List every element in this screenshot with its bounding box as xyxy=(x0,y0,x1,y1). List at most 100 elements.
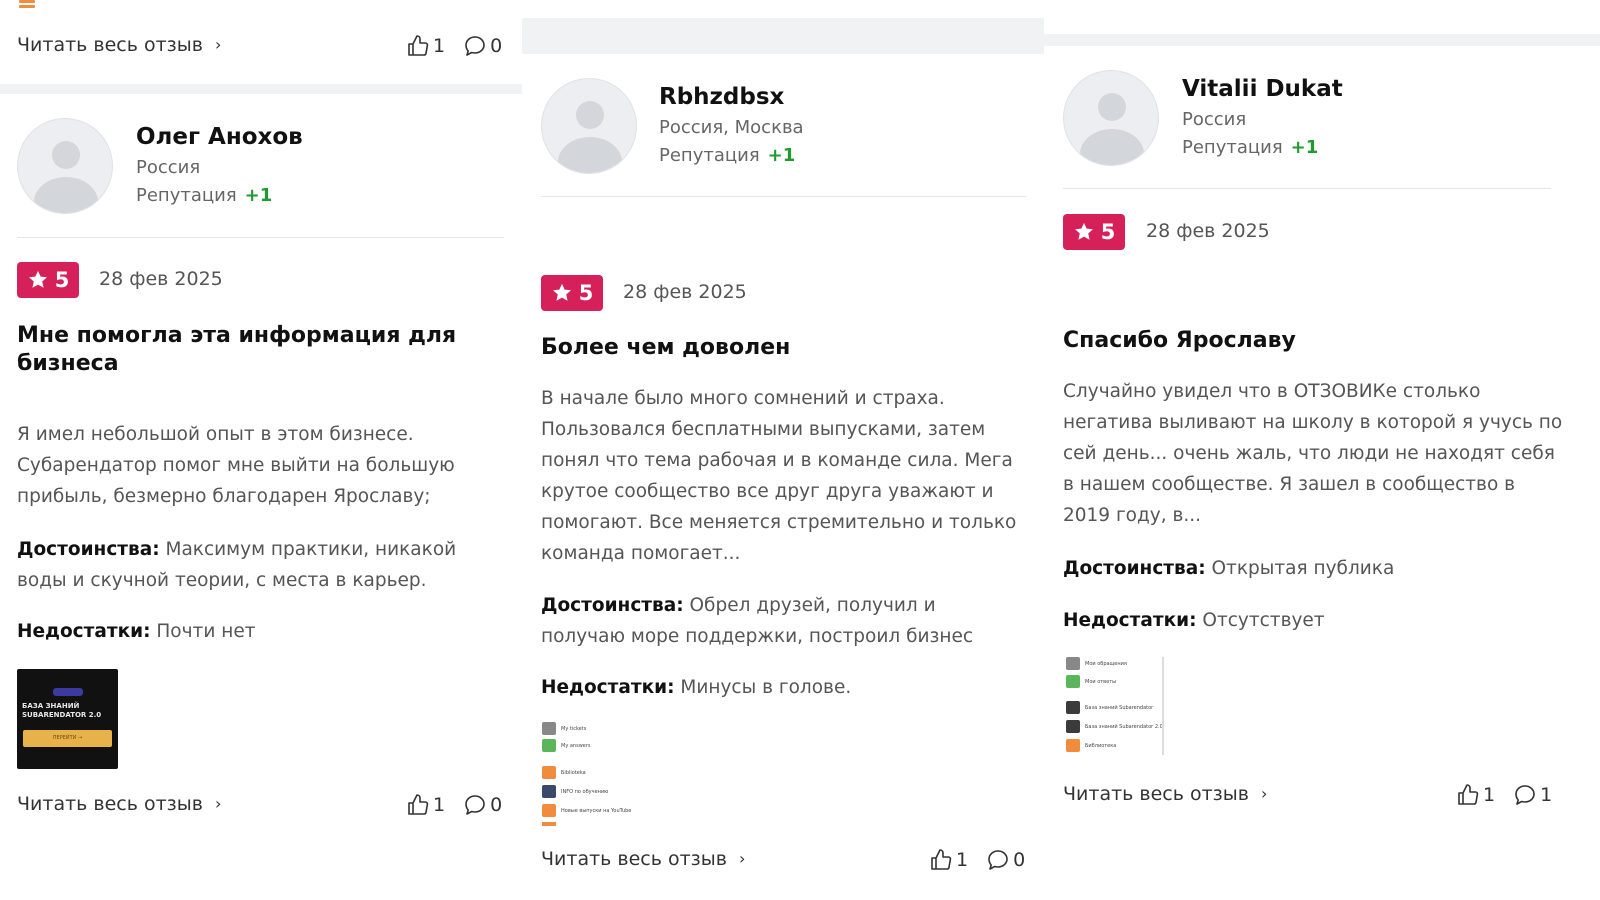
review-counters: 1 0 xyxy=(929,848,1025,872)
comment-icon xyxy=(1515,785,1535,805)
review-image-thumbnail[interactable]: БАЗА ЗНАНИЙ SUBARENDATOR 2.0 ПЕРЕЙТИ → xyxy=(17,669,118,769)
reputation-value: +1 xyxy=(244,185,273,206)
comment-button[interactable]: 0 xyxy=(463,793,502,817)
divider xyxy=(1063,188,1551,189)
user-name[interactable]: Vitalii Dukat xyxy=(1182,76,1343,102)
comment-count: 0 xyxy=(1013,849,1026,871)
chevron-right-icon: › xyxy=(214,793,222,813)
pros-label: Достоинства: xyxy=(541,595,684,616)
knowledge-base-icon xyxy=(1066,701,1080,714)
thumbnail-row: INFO по обучению xyxy=(542,785,608,798)
reputation-value: +1 xyxy=(1290,137,1319,158)
read-more-label: Читать весь отзыв xyxy=(17,34,203,56)
review-image-thumbnail[interactable]: Мои обращения Мои ответы База знаний Sub… xyxy=(1066,657,1166,757)
comment-icon xyxy=(465,795,485,815)
star-icon xyxy=(1074,222,1093,240)
review-cons: Недостатки: Почти нет xyxy=(17,616,487,647)
like-button[interactable]: 1 xyxy=(1456,783,1495,807)
thumbnail-row: Новые выпуски на YouTube xyxy=(542,804,631,817)
reputation-label: Репутация xyxy=(659,145,760,166)
read-more-link[interactable]: Читать весь отзыв › xyxy=(17,793,221,815)
pros-label: Достоинства: xyxy=(17,539,160,560)
thumbnail-title: БАЗА ЗНАНИЙ SUBARENDATOR 2.0 xyxy=(22,702,102,719)
cons-label: Недостатки: xyxy=(1063,610,1197,631)
user-reputation: Репутация +1 xyxy=(659,145,795,166)
divider xyxy=(17,237,504,238)
comment-count: 0 xyxy=(490,35,503,57)
review-date: 28 фев 2025 xyxy=(99,268,223,290)
like-button[interactable]: 1 xyxy=(929,848,968,872)
review-title[interactable]: Более чем доволен xyxy=(541,334,1001,362)
ticket-icon xyxy=(1066,657,1080,670)
thumbs-up-icon xyxy=(408,794,429,815)
comment-button[interactable]: 0 xyxy=(463,34,502,58)
review-text: Я имел небольшой опыт в этом бизнесе. Су… xyxy=(17,424,455,507)
cons-text: Отсутствует xyxy=(1202,610,1325,631)
subarendator-badge-icon xyxy=(53,688,83,696)
thumbnail-row: Бiblioteka xyxy=(542,766,586,779)
like-button[interactable]: 1 xyxy=(406,34,445,58)
like-count: 1 xyxy=(433,35,446,57)
review-pros: Достоинства: Обрел друзей, получил и пол… xyxy=(541,590,1011,652)
read-more-link[interactable]: Читать весь отзыв › xyxy=(17,34,221,56)
review-date: 28 фев 2025 xyxy=(1146,220,1270,242)
review-image-thumbnail[interactable]: My tickets My answers Бiblioteka INFO по… xyxy=(542,722,632,826)
thumbs-up-icon xyxy=(1458,784,1479,805)
review-column-3: Vitalii Dukat Россия Репутация +1 5 28 фе… xyxy=(1044,0,1600,900)
chevron-right-icon: › xyxy=(1260,783,1268,803)
review-pros: Достоинства: Открытая публика xyxy=(1063,553,1563,584)
comment-count: 0 xyxy=(490,794,503,816)
thumbnail-row: Мои обращения xyxy=(1066,657,1127,670)
thumbnail-row: База знаний Subarendator 2.0 xyxy=(1066,720,1163,733)
thumbs-up-icon xyxy=(931,849,952,870)
reputation-value: +1 xyxy=(767,145,796,166)
review-title[interactable]: Мне помогла эта информация для бизнеса xyxy=(17,322,477,378)
info-icon xyxy=(542,785,556,798)
reputation-label: Репутация xyxy=(136,185,237,206)
like-count: 1 xyxy=(433,794,446,816)
answer-icon xyxy=(542,739,556,752)
chevron-right-icon: › xyxy=(738,848,746,868)
comment-button[interactable]: 0 xyxy=(986,848,1025,872)
user-avatar[interactable] xyxy=(541,78,637,174)
cons-label: Недостатки: xyxy=(541,677,675,698)
user-name[interactable]: Олег Анохов xyxy=(136,124,303,150)
thumbnail-row: База знаний Subarendator xyxy=(1066,701,1153,714)
review-date: 28 фев 2025 xyxy=(623,281,747,303)
scrollbar xyxy=(1162,657,1164,755)
like-button[interactable]: 1 xyxy=(406,793,445,817)
read-more-label: Читать весь отзыв xyxy=(541,848,727,870)
rating-value: 5 xyxy=(578,281,594,305)
review-title[interactable]: Спасибо Ярославу xyxy=(1063,327,1543,355)
cons-label: Недостатки: xyxy=(17,621,151,642)
rating-badge: 5 xyxy=(541,275,603,311)
star-icon xyxy=(552,283,571,301)
comment-icon xyxy=(988,850,1008,870)
card-divider xyxy=(522,18,1044,54)
review-pros: Достоинства: Максимум практики, никакой … xyxy=(17,534,487,596)
user-avatar[interactable] xyxy=(1063,70,1159,166)
comment-button[interactable]: 1 xyxy=(1513,783,1552,807)
review-counters: 1 1 xyxy=(1456,783,1552,807)
read-more-link[interactable]: Читать весь отзыв › xyxy=(541,848,745,870)
user-location: Россия xyxy=(1182,109,1247,130)
review-text: В начале было много сомнений и страха. П… xyxy=(541,388,1017,564)
youtube-icon xyxy=(542,804,556,817)
library-icon xyxy=(542,766,556,779)
ticket-icon xyxy=(542,722,556,735)
read-more-label: Читать весь отзыв xyxy=(1063,783,1249,805)
like-count: 1 xyxy=(956,849,969,871)
review-cons: Недостатки: Отсутствует xyxy=(1063,605,1563,636)
divider xyxy=(541,196,1026,197)
knowledge-base-icon xyxy=(1066,720,1080,733)
thumbnail-row: My answers xyxy=(542,739,591,752)
review-text: Случайно увидел что в ОТЗОВИКе столько н… xyxy=(1063,381,1563,526)
user-name[interactable]: Rbhzdbsx xyxy=(659,84,784,110)
list-icon xyxy=(19,0,35,12)
comment-icon xyxy=(465,36,485,56)
user-avatar[interactable] xyxy=(17,118,113,214)
rating-badge: 5 xyxy=(17,262,79,298)
thumbnail-edge xyxy=(542,822,556,826)
read-more-link[interactable]: Читать весь отзыв › xyxy=(1063,783,1267,805)
thumbs-up-icon xyxy=(408,35,429,56)
